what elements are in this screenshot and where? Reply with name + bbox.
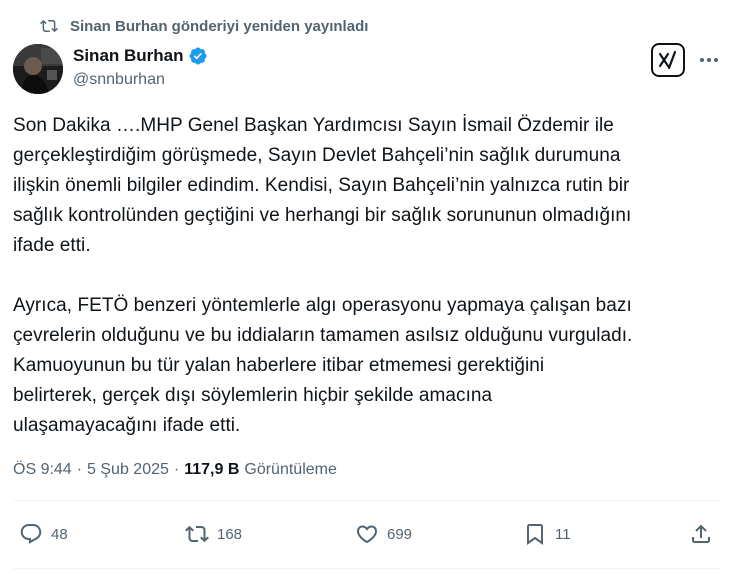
share-icon: [692, 524, 710, 543]
reply-button[interactable]: 48: [19, 522, 68, 546]
avatar-image: [13, 44, 63, 94]
avatar[interactable]: [13, 44, 63, 94]
like-button[interactable]: 699: [355, 522, 412, 546]
repost-icon: [185, 525, 209, 543]
action-bar: 48 168 699 11: [13, 508, 725, 564]
more-dot-icon: [707, 58, 711, 62]
more-dot-icon: [700, 58, 704, 62]
display-name[interactable]: Sinan Burhan: [73, 46, 184, 66]
repost-button[interactable]: 168: [185, 522, 242, 546]
heart-icon: [356, 525, 378, 544]
author-info: Sinan Burhan @snnburhan: [73, 44, 208, 89]
verified-badge-icon[interactable]: [188, 46, 208, 66]
divider: [13, 568, 721, 569]
bookmark-count: 11: [555, 525, 571, 543]
tweet-meta: ÖS 9:44 · 5 Şub 2025 · 117,9 B Görüntüle…: [13, 461, 337, 479]
handle[interactable]: @snnburhan: [73, 71, 208, 89]
repost-text[interactable]: Sinan Burhan gönderiyi yeniden yayınladı: [70, 18, 368, 35]
divider: [13, 500, 721, 501]
meta-separator: ·: [173, 461, 180, 478]
reply-icon: [20, 524, 42, 544]
tweet-text: Son Dakika ….MHP Genel Başkan Yardımcısı…: [13, 115, 633, 436]
repost-count: 168: [217, 525, 243, 543]
more-options-button[interactable]: [695, 50, 723, 70]
views-count: 117,9 B: [184, 461, 240, 478]
share-button[interactable]: [689, 522, 713, 546]
grok-icon: [658, 50, 677, 70]
meta-separator: ·: [76, 461, 83, 478]
like-count: 699: [387, 525, 413, 543]
reply-count: 48: [51, 525, 68, 543]
views-label: Görüntüleme: [244, 461, 337, 478]
bookmark-button[interactable]: 11: [523, 522, 571, 546]
grok-button[interactable]: [651, 43, 685, 77]
more-dot-icon: [714, 58, 718, 62]
tweet-time[interactable]: ÖS 9:44: [13, 461, 72, 479]
bookmark-icon: [527, 524, 543, 545]
tweet-date[interactable]: 5 Şub 2025: [87, 461, 169, 479]
repost-indicator[interactable]: Sinan Burhan gönderiyi yeniden yayınladı: [40, 14, 368, 38]
repost-icon: [40, 19, 58, 33]
